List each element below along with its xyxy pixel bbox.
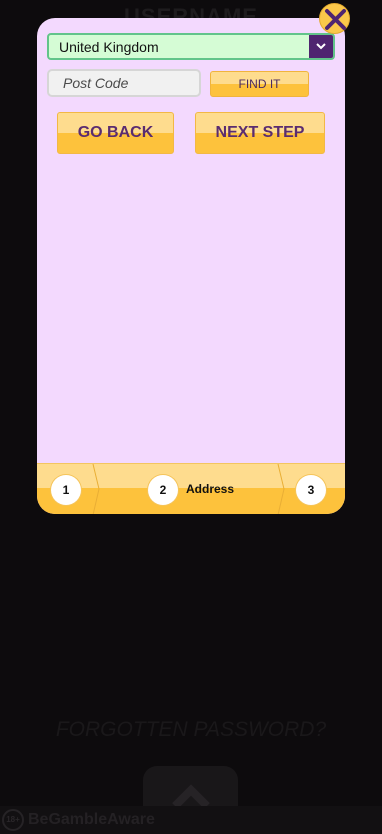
step-separator-1 [92,464,100,514]
country-select-value: United Kingdom [59,39,159,55]
postcode-input[interactable] [47,69,201,97]
forgotten-password-link[interactable]: FORGOTTEN PASSWORD? [0,718,382,742]
go-back-button[interactable]: GO BACK [57,112,174,154]
next-step-button[interactable]: NEXT STEP [195,112,325,154]
age-restriction-icon: 18+ [2,809,24,831]
begambleaware-logo[interactable]: BeGambleAware [28,811,155,829]
step-1-circle: 1 [51,475,81,505]
chevron-down-icon [316,43,326,50]
country-select-arrow[interactable] [309,35,333,58]
step-separator-2 [277,464,285,514]
close-button[interactable] [319,3,350,34]
find-it-button[interactable]: FIND IT [210,71,309,97]
page: USERNAME FORGOTTEN PASSWORD? 18+ BeGambl… [0,0,382,834]
step-3-circle: 3 [296,475,326,505]
country-select[interactable]: United Kingdom [47,33,335,60]
step-2-circle: 2 [148,475,178,505]
step-2-label: Address [186,482,235,496]
address-modal: United Kingdom FIND IT GO BACK NEXT STEP… [37,18,345,514]
close-icon [325,9,346,30]
progress-stepper: 1 2 Address 3 [37,463,345,514]
